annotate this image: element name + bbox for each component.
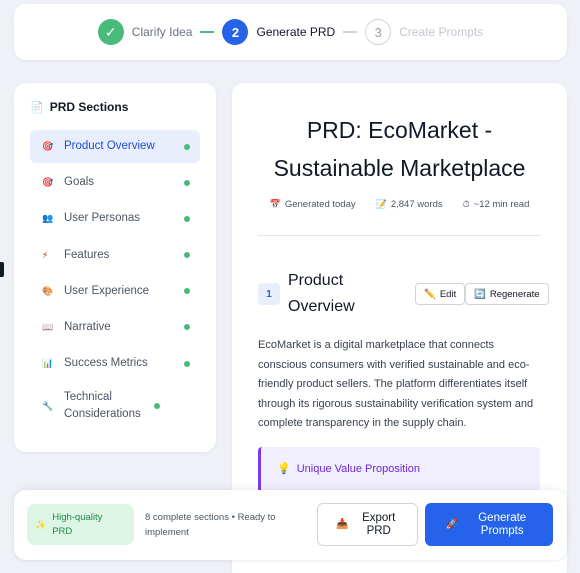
- step-clarify-idea[interactable]: ✓ Clarify Idea: [97, 19, 193, 45]
- sidebar-item-goals[interactable]: 🎯 Goals: [30, 166, 200, 199]
- sidebar-item-technical-considerations[interactable]: 🔧 Technical Considerations: [30, 383, 200, 429]
- regenerate-button[interactable]: 🔄 Regenerate: [465, 283, 549, 305]
- pencil-icon: ✏️: [424, 288, 436, 300]
- sidebar-item-features[interactable]: ⚡ Features: [30, 239, 200, 272]
- step-number: 3: [365, 19, 392, 45]
- meta-read-time: ⏱ ~12 min read: [462, 199, 530, 210]
- step-generate-prd[interactable]: 2 Generate PRD: [222, 19, 335, 45]
- sidebar-title: 📄 PRD Sections: [30, 99, 200, 115]
- export-prd-button[interactable]: 📥 Export PRD: [317, 503, 418, 546]
- sidebar-item-label: Goals: [64, 176, 95, 189]
- section-number-badge: 1: [258, 283, 280, 305]
- complete-dot-icon: [184, 215, 190, 222]
- step-number: 2: [222, 19, 249, 45]
- complete-dot-icon: [184, 143, 190, 150]
- bar-chart-icon: 📊: [42, 358, 54, 369]
- action-bar: ✨ High-quality PRD 8 complete sections •…: [14, 490, 567, 560]
- step-label: Create Prompts: [399, 25, 484, 39]
- target-icon: 🎯: [42, 177, 54, 188]
- complete-dot-icon: [184, 252, 190, 259]
- sidebar-item-user-personas[interactable]: 👥 User Personas: [30, 202, 200, 235]
- stopwatch-icon: ⏱: [462, 199, 470, 209]
- sidebar-item-success-metrics[interactable]: 📊 Success Metrics: [30, 347, 200, 380]
- sidebar-item-label: Technical Considerations: [64, 391, 141, 421]
- edge-handle[interactable]: [0, 262, 4, 277]
- meta-words: 📝 2,847 words: [375, 199, 443, 210]
- target-icon: 🎯: [42, 141, 54, 151]
- users-icon: 👥: [42, 213, 54, 224]
- generate-prompts-button[interactable]: 🚀 Generate Prompts: [425, 503, 553, 546]
- step-connector: [200, 31, 215, 33]
- meta-generated: 📅 Generated today: [269, 199, 356, 210]
- calendar-icon: 📅: [269, 199, 281, 209]
- check-icon: ✓: [97, 19, 124, 45]
- sidebar-title-text: PRD Sections: [49, 100, 129, 114]
- sidebar-list: 🎯 Product Overview 🎯 Goals 👥 User Person…: [30, 130, 200, 429]
- sidebar-item-label: Features: [64, 248, 110, 261]
- step-label: Clarify Idea: [131, 25, 193, 39]
- edit-button[interactable]: ✏️ Edit: [415, 283, 466, 305]
- complete-dot-icon: [184, 288, 190, 295]
- progress-stepper: ✓ Clarify Idea 2 Generate PRD 3 Create P…: [14, 4, 567, 60]
- document-icon: 📄: [30, 101, 44, 114]
- complete-dot-icon: [184, 324, 190, 331]
- lightbulb-icon: 💡: [277, 463, 291, 475]
- section-heading: Product Overview: [288, 272, 355, 315]
- sidebar-item-label: User Experience: [64, 284, 150, 297]
- step-create-prompts[interactable]: 3 Create Prompts: [365, 19, 483, 45]
- sidebar-item-label: Success Metrics: [64, 357, 148, 370]
- page-title: PRD: EcoMarket - Sustainable Marketplace: [273, 117, 526, 181]
- quality-label: High-quality PRD: [52, 511, 103, 537]
- sidebar-item-label: Narrative: [64, 320, 111, 333]
- complete-dot-icon: [184, 360, 190, 367]
- rocket-icon: 🚀: [445, 519, 459, 530]
- sidebar-item-narrative[interactable]: 📖 Narrative: [30, 311, 200, 344]
- complete-dot-icon: [184, 179, 190, 186]
- sidebar-item-user-experience[interactable]: 🎨 User Experience: [30, 275, 200, 308]
- step-connector: [343, 31, 358, 33]
- sidebar-item-product-overview[interactable]: 🎯 Product Overview: [30, 130, 200, 163]
- status-text: 8 complete sections • Ready to implement: [145, 512, 276, 538]
- complete-dot-icon: [154, 403, 160, 410]
- sidebar-item-label: User Personas: [64, 212, 141, 225]
- divider: [258, 235, 541, 236]
- document-meta: 📅 Generated today 📝 2,847 words ⏱ ~12 min r…: [232, 199, 567, 210]
- sidebar-item-label: Product Overview: [64, 140, 155, 152]
- sparkles-icon: ✨: [35, 519, 47, 530]
- section-body: EcoMarket is a digital marketplace that …: [258, 339, 534, 429]
- callout-title: 💡 Unique Value Proposition: [277, 462, 421, 476]
- prd-sections-sidebar: 📄 PRD Sections 🎯 Product Overview 🎯 Goal…: [14, 83, 216, 452]
- download-icon: 📥: [336, 519, 349, 530]
- refresh-icon: 🔄: [474, 288, 486, 300]
- quality-badge: ✨ High-quality PRD: [27, 504, 134, 545]
- wrench-icon: 🔧: [42, 400, 54, 411]
- memo-icon: 📝: [375, 199, 387, 209]
- step-label: Generate PRD: [256, 25, 336, 39]
- palette-icon: 🎨: [42, 285, 54, 296]
- book-icon: 📖: [42, 321, 54, 332]
- lightning-icon: ⚡: [42, 249, 49, 260]
